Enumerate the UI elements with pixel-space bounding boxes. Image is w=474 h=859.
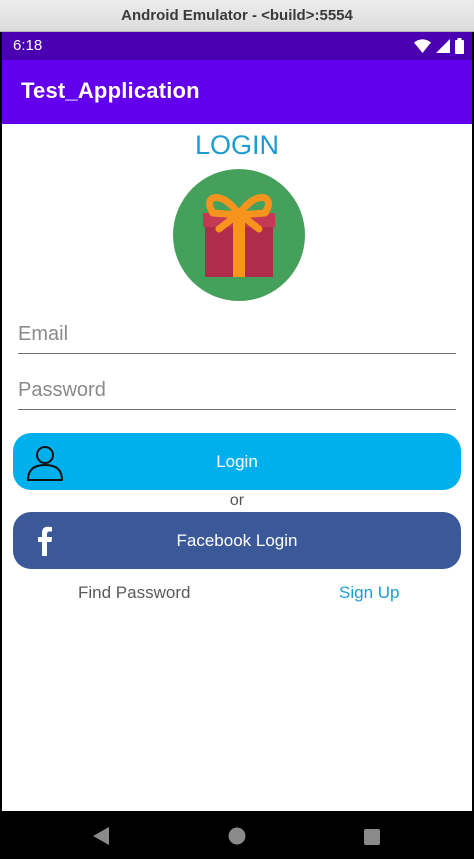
password-field[interactable]	[18, 372, 456, 409]
sign-up-link[interactable]: Sign Up	[339, 583, 399, 603]
password-field-container	[18, 372, 456, 410]
app-bar: Test_Application	[2, 60, 472, 124]
login-button[interactable]: Login	[13, 433, 461, 490]
find-password-link[interactable]: Find Password	[78, 583, 190, 603]
login-heading: LOGIN	[194, 130, 280, 160]
user-icon	[27, 446, 63, 481]
status-time: 6:18	[13, 37, 43, 54]
login-button-label: Login	[216, 452, 258, 471]
emulator-window-title: Android Emulator - <build>:5554	[0, 0, 474, 32]
signal-icon	[436, 39, 450, 53]
recents-icon[interactable]	[364, 829, 380, 845]
battery-icon	[455, 38, 464, 54]
status-bar: 6:18	[2, 32, 472, 60]
email-field[interactable]	[18, 316, 456, 353]
wifi-icon	[414, 39, 431, 53]
gift-icon	[173, 169, 305, 301]
back-icon[interactable]	[92, 827, 110, 845]
login-screen: LOGIN Login or Facebook Login Find Passw…	[2, 124, 472, 811]
facebook-icon	[38, 526, 52, 556]
facebook-login-button[interactable]: Facebook Login	[13, 512, 461, 569]
app-title: Test_Application	[21, 78, 200, 103]
navigation-bar	[2, 811, 472, 859]
home-icon[interactable]	[228, 827, 246, 845]
facebook-login-label: Facebook Login	[176, 531, 298, 550]
status-icons	[414, 38, 464, 54]
or-separator: or	[229, 492, 245, 509]
email-field-container	[18, 316, 456, 354]
